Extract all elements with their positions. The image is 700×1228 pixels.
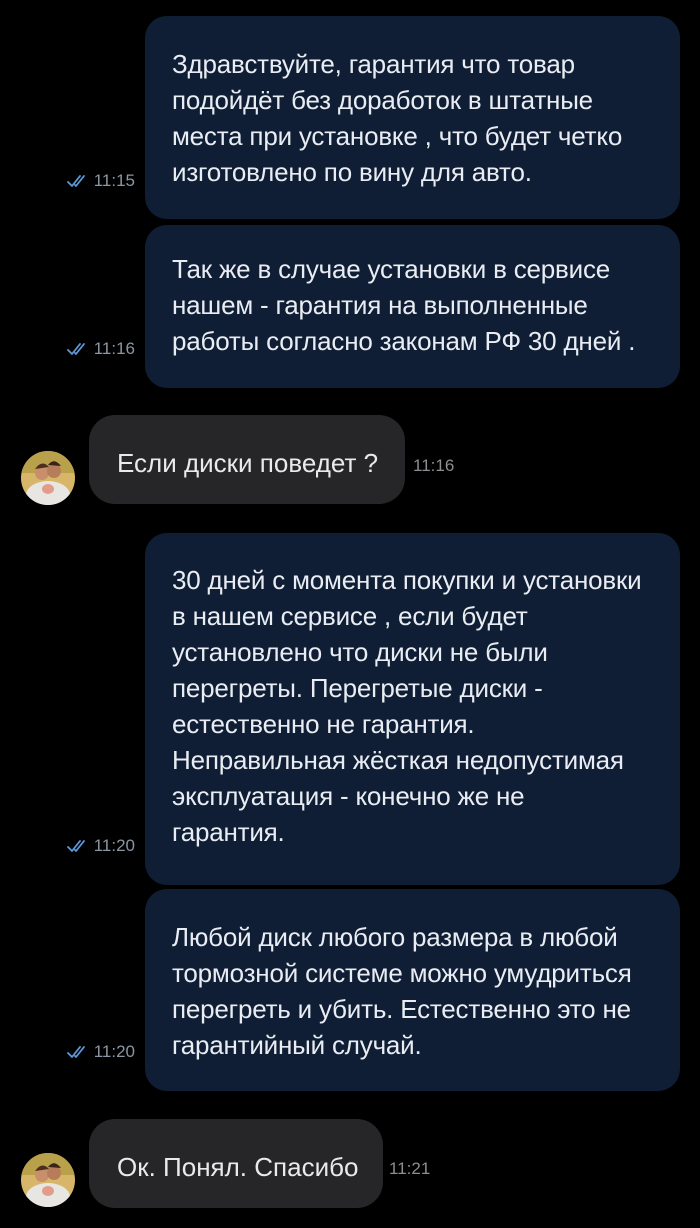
double-check-icon xyxy=(66,343,85,355)
message-meta: 11:20 xyxy=(66,1042,135,1062)
message-meta: 11:20 xyxy=(66,836,135,856)
outgoing-message[interactable]: 30 дней с момента покупки и установки в … xyxy=(145,533,680,885)
incoming-message[interactable]: Ок. Понял. Спасибо xyxy=(89,1119,383,1208)
message-meta: 11:16 xyxy=(66,339,135,359)
message-meta: 11:15 xyxy=(66,171,135,191)
message-time: 11:16 xyxy=(93,339,135,358)
message-time: 11:16 xyxy=(413,456,455,475)
chat-message-list[interactable]: Здравствуйте, гарантия что товар подойдё… xyxy=(0,0,700,1228)
outgoing-message[interactable]: Любой диск любого размера в любой тормоз… xyxy=(145,889,680,1091)
message-text: Если диски поведет ? xyxy=(117,448,379,478)
double-check-icon xyxy=(66,840,85,852)
double-check-icon xyxy=(66,175,85,187)
message-time: 11:20 xyxy=(93,836,135,855)
message-text: Ок. Понял. Спасибо xyxy=(117,1152,359,1182)
outgoing-message[interactable]: Так же в случае установки в сервисе наше… xyxy=(145,225,680,388)
outgoing-message[interactable]: Здравствуйте, гарантия что товар подойдё… xyxy=(145,16,680,219)
message-text: Здравствуйте, гарантия что товар подойдё… xyxy=(172,49,623,187)
message-text: Так же в случае установки в сервисе наше… xyxy=(172,254,636,356)
avatar-photo-icon xyxy=(21,1153,75,1207)
message-text: Любой диск любого размера в любой тормоз… xyxy=(172,922,632,1060)
message-time: 11:21 xyxy=(389,1159,431,1178)
message-time: 11:15 xyxy=(93,171,135,190)
message-text: 30 дней с момента покупки и установки в … xyxy=(172,565,642,847)
user-avatar[interactable] xyxy=(21,451,75,505)
message-time: 11:20 xyxy=(93,1042,135,1061)
incoming-message[interactable]: Если диски поведет ? xyxy=(89,415,405,504)
avatar-photo-icon xyxy=(21,451,75,505)
double-check-icon xyxy=(66,1046,85,1058)
user-avatar[interactable] xyxy=(21,1153,75,1207)
